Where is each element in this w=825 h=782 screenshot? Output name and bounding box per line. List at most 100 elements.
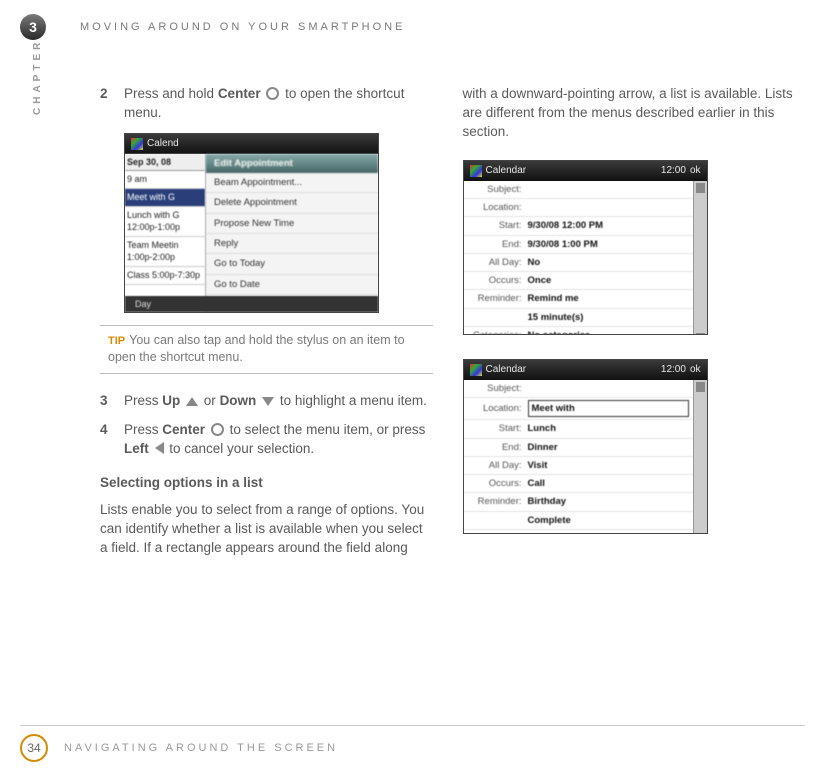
page-body: 2 Press and hold Center to open the shor…	[100, 85, 795, 722]
close-icon: ok	[690, 363, 701, 377]
menu-item: Beam Appointment...	[206, 173, 378, 193]
menu-item: Go to Today	[206, 254, 378, 274]
status-time: 12:00	[661, 164, 686, 178]
text: to cancel your selection.	[166, 441, 315, 456]
subheading: Selecting options in a list	[100, 474, 433, 493]
form-row: Subject:	[464, 181, 693, 199]
field-label: Location:	[468, 201, 528, 214]
step-number: 2	[100, 85, 124, 123]
screenshot-titlebar: Calendar 12:00 ok	[464, 360, 707, 380]
form-body: Subject:Location:Start:9/30/08 12:00 PME…	[464, 181, 693, 335]
form-row: Start:Lunch	[464, 420, 693, 438]
list-item: Class 5:00p-7:30p	[125, 267, 205, 285]
form-row: Complete	[464, 512, 693, 530]
left-arrow-icon	[155, 442, 164, 454]
field-value: Birthday	[528, 495, 689, 508]
close-icon: ok	[690, 164, 701, 178]
list-item: Team Meetin 1:00p-2:00p	[125, 237, 205, 267]
form-row: 15 minute(s)	[464, 309, 693, 327]
running-head-title: MOVING AROUND ON YOUR SMARTPHONE	[80, 21, 405, 33]
field-label: Categories:	[468, 329, 528, 335]
field-value: No	[528, 256, 689, 269]
field-value: Call	[528, 477, 689, 490]
field-value: Remind me	[528, 292, 689, 305]
scrollbar	[693, 181, 707, 335]
center-button-icon	[211, 423, 224, 436]
right-column: with a downward-pointing arrow, a list i…	[463, 85, 796, 722]
step-text: Press Up or Down to highlight a menu ite…	[124, 392, 433, 411]
start-flag-icon	[470, 364, 482, 376]
field-label: Location:	[468, 402, 528, 415]
step-3: 3 Press Up or Down to highlight a menu i…	[100, 392, 433, 411]
field-value: 15 minute(s)	[528, 532, 689, 534]
form-row: All Day:No	[464, 254, 693, 272]
form-row: Start:9/30/08 12:00 PM	[464, 217, 693, 235]
form-row: Occurs:Call	[464, 475, 693, 493]
form-row: Reminder:Remind me	[464, 290, 693, 308]
bold: Center	[218, 86, 261, 101]
form-body: Subject:Location:Meet withStart:LunchEnd…	[464, 380, 693, 534]
form-row: 15 minute(s)	[464, 530, 693, 534]
app-title: Calendar	[486, 363, 527, 377]
center-button-icon	[266, 87, 279, 100]
page-footer: 34 NAVIGATING AROUND THE SCREEN	[20, 725, 805, 762]
field-label: Subject:	[468, 382, 528, 395]
app-title: Calend	[147, 137, 179, 151]
body-paragraph-cont: with a downward-pointing arrow, a list i…	[463, 85, 796, 142]
screenshot-list-dropdown: Calendar 12:00 ok Subject: Location:Meet …	[463, 359, 708, 534]
text: to highlight a menu item.	[280, 393, 427, 408]
status-time: 12:00	[661, 363, 686, 377]
form-row: Subject:	[464, 380, 693, 398]
field-value: Once	[528, 274, 689, 287]
field-label: Start:	[468, 219, 528, 232]
field-label: Occurs:	[468, 274, 528, 287]
screenshot-context-menu: Calend Sep 30, 08 9 am Meet with G Lunch…	[124, 133, 379, 313]
body-paragraph: Lists enable you to select from a range …	[100, 501, 433, 558]
form-row: End:9/30/08 1:00 PM	[464, 236, 693, 254]
field-value: Meet with	[528, 400, 689, 417]
screenshot-titlebar: Calend	[125, 134, 378, 154]
field-value: 15 minute(s)	[528, 311, 689, 324]
running-foot-title: NAVIGATING AROUND THE SCREEN	[64, 742, 338, 754]
step-text: Press and hold Center to open the shortc…	[124, 85, 433, 123]
field-value: Visit	[528, 459, 689, 472]
field-label: End:	[468, 238, 528, 251]
form-row: Location:Meet with	[464, 398, 693, 420]
bold: Left	[124, 441, 149, 456]
tip-label: TIP	[108, 335, 125, 347]
step-2: 2 Press and hold Center to open the shor…	[100, 85, 433, 123]
scrollbar	[693, 380, 707, 534]
field-label: All Day:	[468, 256, 528, 269]
form-row: Reminder:Birthday	[464, 493, 693, 511]
date-header: Sep 30, 08	[125, 154, 205, 172]
bold: Center	[162, 422, 205, 437]
text: Press and hold	[124, 86, 218, 101]
menu-item: Reply	[206, 234, 378, 254]
step-number: 3	[100, 392, 124, 411]
chapter-number-badge: 3	[20, 14, 46, 40]
field-label: End:	[468, 441, 528, 454]
field-value: 9/30/08 12:00 PM	[528, 219, 689, 232]
field-label: Occurs:	[468, 477, 528, 490]
list-item: 9 am	[125, 171, 205, 189]
field-value: Complete	[528, 514, 689, 527]
field-value: No categories...	[528, 329, 689, 335]
text: Press	[124, 422, 162, 437]
tip-text: You can also tap and hold the stylus on …	[108, 333, 405, 365]
bold: Down	[220, 393, 257, 408]
text: to select the menu item, or press	[230, 422, 426, 437]
menu-item: Delete Appointment	[206, 193, 378, 213]
step-4: 4 Press Center to select the menu item, …	[100, 421, 433, 459]
page-number-badge: 34	[20, 734, 48, 762]
menu-item: Go to Date	[206, 275, 378, 295]
start-flag-icon	[131, 138, 143, 150]
field-value: 9/30/08 1:00 PM	[528, 238, 689, 251]
app-title: Calendar	[486, 164, 527, 178]
field-label: Start:	[468, 422, 528, 435]
form-row: End:Dinner	[464, 439, 693, 457]
chapter-vertical-label: CHAPTER	[32, 39, 43, 115]
field-label: All Day:	[468, 459, 528, 472]
form-row: Categories:No categories...	[464, 327, 693, 335]
tip-callout: TIPYou can also tap and hold the stylus …	[100, 325, 433, 374]
list-item: Lunch with G 12:00p-1:00p	[125, 207, 205, 237]
